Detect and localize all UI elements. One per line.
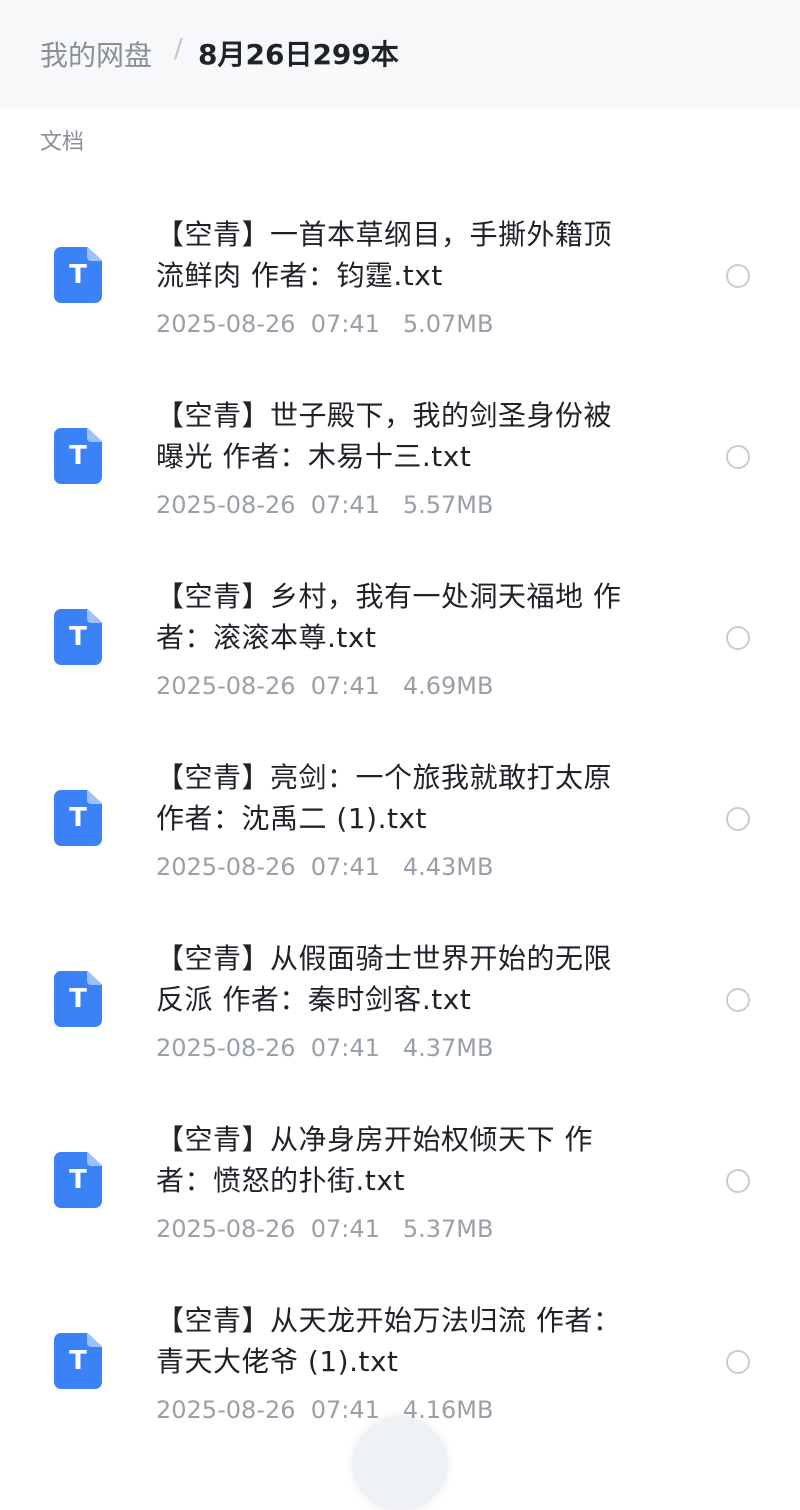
txt-file-icon: T	[54, 247, 102, 303]
file-size: 4.69MB	[402, 672, 494, 700]
file-time: 07:41	[310, 672, 380, 700]
file-meta: 2025-08-26 07:41 4.16MB	[156, 1396, 493, 1424]
file-date: 2025-08-26	[156, 853, 296, 881]
file-meta: 2025-08-26 07:41 5.57MB	[156, 491, 493, 519]
file-name-line-1: 【空青】从天龙开始万法归流 作者：	[156, 1304, 622, 1337]
file-size: 5.07MB	[402, 310, 494, 338]
file-date: 2025-08-26	[156, 672, 296, 700]
file-icon-letter: T	[69, 622, 87, 652]
file-name-line-2: 者：滚滚本尊.txt	[156, 621, 377, 654]
file-item[interactable]: T 【空青】亮剑：一个旅我就敢打太原 作者：沈禹二 (1).txt 2025-0…	[0, 743, 800, 924]
file-name-line-2: 流鲜肉 作者：钧霆.txt	[156, 259, 443, 292]
txt-file-icon: T	[54, 790, 102, 846]
file-date: 2025-08-26	[156, 1034, 296, 1062]
file-name: 【空青】从天龙开始万法归流 作者： 青天大佬爷 (1).txt	[156, 1300, 676, 1382]
file-name: 【空青】一首本草纲目，手撕外籍顶 流鲜肉 作者：钧霆.txt	[156, 214, 676, 296]
txt-file-icon: T	[54, 428, 102, 484]
file-date: 2025-08-26	[156, 1396, 296, 1424]
file-name-line-2: 曝光 作者：木易十三.txt	[156, 440, 472, 473]
file-item[interactable]: T 【空青】乡村，我有一处洞天福地 作 者：滚滚本尊.txt 2025-08-2…	[0, 562, 800, 743]
file-time: 07:41	[310, 1215, 380, 1243]
file-name: 【空青】从净身房开始权倾天下 作 者：愤怒的扑街.txt	[156, 1119, 676, 1201]
file-name: 【空青】世子殿下，我的剑圣身份被 曝光 作者：木易十三.txt	[156, 395, 676, 477]
file-meta: 2025-08-26 07:41 5.07MB	[156, 310, 493, 338]
file-name: 【空青】亮剑：一个旅我就敢打太原 作者：沈禹二 (1).txt	[156, 757, 676, 839]
select-radio[interactable]	[726, 445, 750, 469]
select-radio[interactable]	[726, 1169, 750, 1193]
file-time: 07:41	[310, 1396, 380, 1424]
txt-file-icon: T	[54, 971, 102, 1027]
file-date: 2025-08-26	[156, 491, 296, 519]
file-item[interactable]: T 【空青】从净身房开始权倾天下 作 者：愤怒的扑街.txt 2025-08-2…	[0, 1105, 800, 1286]
file-name-line-1: 【空青】世子殿下，我的剑圣身份被	[156, 399, 613, 432]
file-meta: 2025-08-26 07:41 4.37MB	[156, 1034, 493, 1062]
file-date: 2025-08-26	[156, 1215, 296, 1243]
floating-action-button[interactable]	[354, 1418, 446, 1510]
breadcrumb-current-folder: 8月26日299本	[198, 38, 399, 71]
file-item[interactable]: T 【空青】世子殿下，我的剑圣身份被 曝光 作者：木易十三.txt 2025-0…	[0, 381, 800, 562]
file-date: 2025-08-26	[156, 310, 296, 338]
file-name: 【空青】乡村，我有一处洞天福地 作 者：滚滚本尊.txt	[156, 576, 676, 658]
file-size: 5.57MB	[402, 491, 494, 519]
file-name-line-1: 【空青】一首本草纲目，手撕外籍顶	[156, 218, 613, 251]
file-meta: 2025-08-26 07:41 5.37MB	[156, 1215, 493, 1243]
section-label: 文档	[40, 130, 85, 155]
file-name-line-2: 作者：沈禹二 (1).txt	[156, 802, 427, 835]
select-radio[interactable]	[726, 264, 750, 288]
file-name-line-1: 【空青】从假面骑士世界开始的无限	[156, 942, 613, 975]
file-name: 【空青】从假面骑士世界开始的无限 反派 作者：秦时剑客.txt	[156, 938, 676, 1020]
txt-file-icon: T	[54, 1152, 102, 1208]
breadcrumb-root[interactable]: 我的网盘	[40, 34, 152, 74]
file-time: 07:41	[310, 1034, 380, 1062]
select-radio[interactable]	[726, 626, 750, 650]
file-size: 4.37MB	[402, 1034, 494, 1062]
file-size: 5.37MB	[402, 1215, 494, 1243]
select-radio[interactable]	[726, 1350, 750, 1374]
txt-file-icon: T	[54, 609, 102, 665]
file-meta: 2025-08-26 07:41 4.69MB	[156, 672, 493, 700]
file-item[interactable]: T 【空青】一首本草纲目，手撕外籍顶 流鲜肉 作者：钧霆.txt 2025-08…	[0, 200, 800, 381]
file-icon-letter: T	[69, 984, 87, 1014]
file-size: 4.16MB	[402, 1396, 494, 1424]
file-item[interactable]: T 【空青】从假面骑士世界开始的无限 反派 作者：秦时剑客.txt 2025-0…	[0, 924, 800, 1105]
file-name-line-2: 青天大佬爷 (1).txt	[156, 1345, 399, 1378]
file-name-line-1: 【空青】从净身房开始权倾天下 作	[156, 1123, 593, 1156]
file-icon-letter: T	[69, 803, 87, 833]
select-radio[interactable]	[726, 807, 750, 831]
file-time: 07:41	[310, 491, 380, 519]
file-time: 07:41	[310, 310, 380, 338]
file-time: 07:41	[310, 853, 380, 881]
select-radio[interactable]	[726, 988, 750, 1012]
file-name-line-1: 【空青】乡村，我有一处洞天福地 作	[156, 580, 622, 613]
file-icon-letter: T	[69, 441, 87, 471]
file-name-line-1: 【空青】亮剑：一个旅我就敢打太原	[156, 761, 613, 794]
file-meta: 2025-08-26 07:41 4.43MB	[156, 853, 493, 881]
file-name-line-2: 反派 作者：秦时剑客.txt	[156, 983, 472, 1016]
top-bar: 我的网盘 / 8月26日299本	[0, 0, 800, 104]
file-icon-letter: T	[69, 260, 87, 290]
file-icon-letter: T	[69, 1346, 87, 1376]
file-name-line-2: 者：愤怒的扑街.txt	[156, 1164, 405, 1197]
file-icon-letter: T	[69, 1165, 87, 1195]
txt-file-icon: T	[54, 1333, 102, 1389]
file-size: 4.43MB	[402, 853, 494, 881]
breadcrumb-separator: /	[174, 34, 183, 64]
